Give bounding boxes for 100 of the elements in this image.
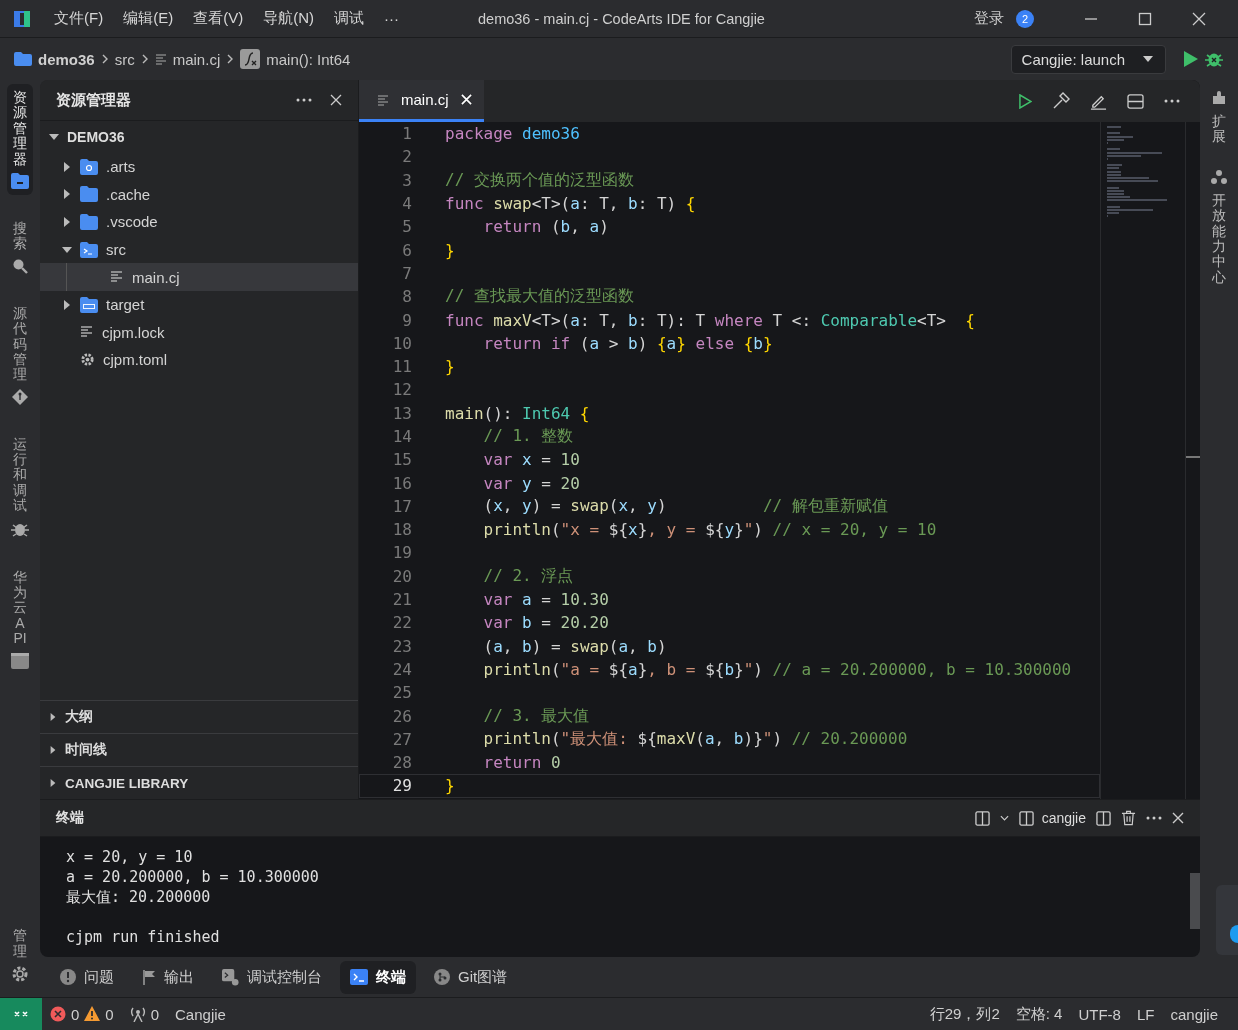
status-item[interactable]: 空格: 4	[1015, 1004, 1063, 1024]
run-icon[interactable]	[1019, 93, 1032, 109]
editor-tab[interactable]: main.cj	[359, 80, 484, 122]
tree-item[interactable]: target	[40, 290, 358, 319]
scrollbar[interactable]	[1185, 122, 1200, 800]
caret-icon	[62, 299, 72, 310]
trash-icon[interactable]	[1121, 810, 1136, 827]
caret-icon	[62, 217, 72, 227]
close-icon[interactable]	[1192, 11, 1206, 26]
tree-item[interactable]: src	[40, 235, 358, 264]
breadcrumb-item[interactable]: main(): Int64	[266, 50, 351, 68]
terminal-output-line: x = 20, y = 10	[66, 847, 193, 868]
code-line: println("a = ${a}, b = ${b}") // a = 20.200000, b = 10.300000	[482, 659, 1072, 679]
more-icon[interactable]	[1164, 99, 1180, 103]
manage-button[interactable]: 管理	[7, 922, 33, 989]
tree-item[interactable]: .arts	[40, 153, 358, 181]
problems-status[interactable]: 0 0	[50, 1005, 114, 1023]
split-terminal-icon[interactable]	[1096, 810, 1111, 826]
panel-tab[interactable]: 输出	[132, 960, 204, 994]
caret-icon	[62, 244, 72, 255]
code-line: }	[445, 240, 455, 260]
activity-bar-item[interactable]: 华为云 API	[7, 563, 33, 675]
code-line: var y = 20	[482, 473, 580, 493]
line-number: 8	[401, 287, 412, 307]
tree-root[interactable]: DEMO36	[40, 121, 358, 153]
line-number: 19	[391, 543, 412, 563]
code-line: return (b, a)	[482, 217, 609, 237]
caret-icon	[49, 713, 57, 722]
breadcrumb-item[interactable]: demo36	[38, 50, 95, 68]
status-item[interactable]: 行29，列2	[929, 1004, 1000, 1024]
run-icon[interactable]	[1184, 51, 1198, 67]
section-header[interactable]: 时间线	[40, 733, 358, 767]
close-icon[interactable]	[330, 94, 342, 106]
caret-icon	[62, 161, 72, 172]
activity-bar-item[interactable]: 搜索	[8, 214, 32, 280]
split-terminal-icon[interactable]	[974, 810, 990, 826]
maximize-icon[interactable]	[1138, 11, 1152, 26]
menu-item[interactable]: 查看(V)	[193, 9, 244, 28]
panel-tab[interactable]: 问题	[50, 960, 124, 994]
menu-item[interactable]: 导航(N)	[263, 9, 314, 28]
chevron-right-icon	[226, 54, 235, 64]
menu-item[interactable]: 编辑(E)	[123, 9, 174, 28]
folder-icon	[14, 52, 32, 66]
panel-tab[interactable]: 调试控制台	[212, 960, 332, 994]
api-icon	[11, 652, 29, 669]
notification-card[interactable]	[1216, 885, 1238, 955]
side-bar-item[interactable]: 开放能力中心	[1211, 168, 1227, 286]
hammer-icon[interactable]	[1052, 92, 1070, 110]
line-number: 14	[391, 427, 412, 446]
ports-status[interactable]: 0	[129, 1005, 160, 1023]
search-icon	[12, 257, 28, 274]
code-line: // 2. 浮点	[482, 565, 574, 587]
status-item[interactable]: LF	[1136, 1005, 1155, 1023]
breadcrumb-item[interactable]: main.cj	[172, 50, 221, 68]
login-link[interactable]: 登录	[974, 9, 1004, 28]
activity-bar-item[interactable]: 资源管理器	[7, 84, 33, 195]
breadcrumb-item[interactable]: src	[114, 50, 135, 68]
tree-item[interactable]: .cache	[40, 180, 358, 209]
warning-icon	[84, 1006, 101, 1022]
side-bar-item[interactable]: 扩展	[1211, 90, 1227, 145]
code-line: package demo36	[445, 124, 580, 144]
panel-tab[interactable]: Git图谱	[424, 960, 518, 994]
language-status[interactable]: Cangjie	[175, 1005, 226, 1023]
split-editor-icon[interactable]	[1127, 93, 1144, 109]
tree-item[interactable]: main.cj	[40, 263, 358, 291]
menu-item[interactable]: 调试	[334, 9, 364, 28]
menu-item[interactable]: 文件(F)	[54, 9, 104, 28]
terminal-instance[interactable]: cangjie	[1018, 810, 1086, 827]
caret-icon	[49, 746, 57, 755]
status-item[interactable]: cangjie	[1170, 1005, 1218, 1023]
tree-item[interactable]: cjpm.toml	[40, 346, 358, 374]
panel-tab[interactable]: 终端	[340, 960, 416, 994]
file-lines-icon	[377, 93, 389, 106]
line-number: 20	[391, 566, 412, 586]
scrollbar[interactable]	[1190, 873, 1200, 930]
line-number: 22	[391, 613, 412, 633]
line-number: 25	[391, 683, 412, 703]
more-icon[interactable]	[1146, 816, 1162, 821]
code-line: println("x = ${x}, y = ${y}") // x = 20, y = 10	[482, 520, 937, 540]
error-icon	[50, 1006, 66, 1022]
caret-icon	[49, 779, 57, 788]
close-icon[interactable]	[1172, 812, 1184, 825]
tree-item[interactable]: .vscode	[40, 208, 358, 236]
activity-bar-item[interactable]: 运行和调试	[7, 430, 33, 544]
file-lines-icon	[80, 325, 94, 340]
folder-icon	[80, 241, 98, 258]
caret-icon	[62, 189, 72, 200]
tree-item[interactable]: cjpm.lock	[40, 318, 358, 347]
chevron-down-icon[interactable]	[999, 815, 1009, 822]
line-number: 6	[401, 240, 412, 260]
notification-badge[interactable]: 2	[1016, 9, 1034, 28]
gear-icon	[11, 965, 29, 983]
more-menu[interactable]: ···	[384, 10, 399, 27]
launch-config-dropdown[interactable]: Cangjie: launch	[1010, 44, 1166, 74]
status-item[interactable]: UTF-8	[1078, 1005, 1121, 1023]
section-header[interactable]: 大纲	[40, 700, 358, 734]
activity-bar-item[interactable]: 源代码管理	[8, 299, 32, 411]
nodes-icon	[1211, 168, 1227, 185]
more-icon[interactable]	[296, 98, 312, 102]
line-number: 28	[391, 753, 412, 773]
